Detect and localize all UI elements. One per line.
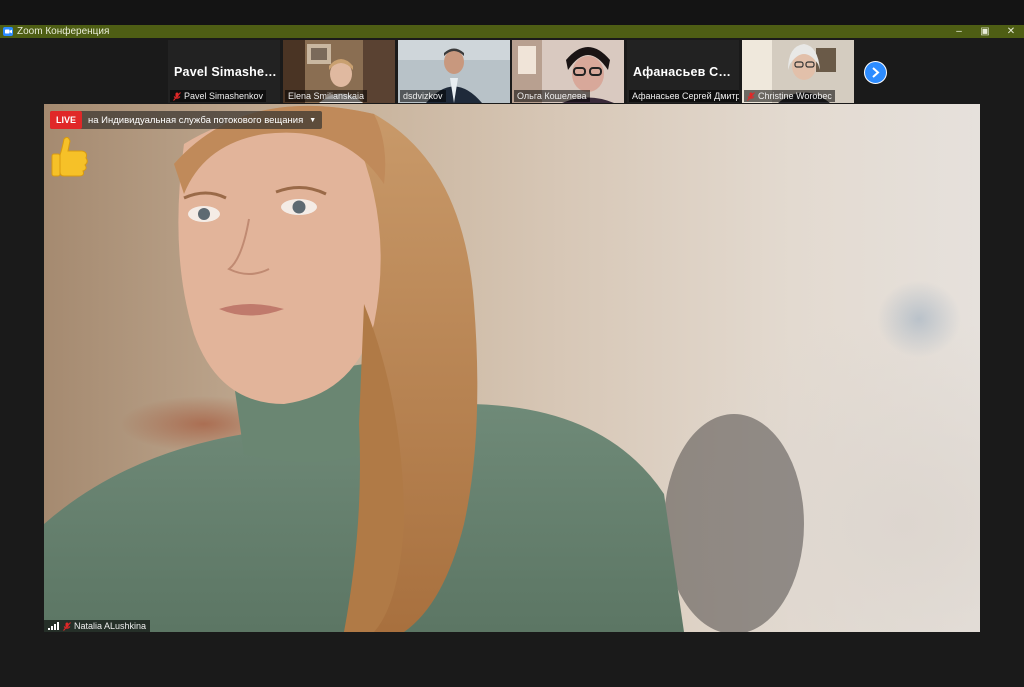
bottom-letterbox xyxy=(0,632,1024,687)
participant-caption: Christine Worobec xyxy=(744,90,835,102)
participant-caption: Pavel Simashenkov xyxy=(170,90,267,102)
participant-caption-text: dsdvizkov xyxy=(403,91,443,101)
participant-tile[interactable]: Pavel Simashen... Pavel Simashenkov xyxy=(168,40,280,103)
participant-caption-text: Christine Worobec xyxy=(758,91,832,101)
zoom-app-icon xyxy=(3,27,13,36)
live-stream-label: на Индивидуальная служба потокового веща… xyxy=(88,114,304,126)
active-speaker-video xyxy=(44,104,980,632)
participant-caption: Elena Smilianskaia xyxy=(285,90,368,102)
participant-caption-text: Pavel Simashenkov xyxy=(184,91,264,101)
participant-caption-text: Ольга Кошелева xyxy=(517,91,587,101)
muted-mic-icon xyxy=(63,621,71,631)
live-stream-bar[interactable]: LIVE на Индивидуальная служба потокового… xyxy=(50,111,323,129)
participant-strip: Pavel Simashen... Pavel Simashenkov Elen… xyxy=(0,38,1024,104)
participant-tile[interactable]: dsdvizkov xyxy=(398,40,510,103)
window-title: Zoom Конференция xyxy=(17,26,110,37)
participant-name-large: Pavel Simashen... xyxy=(174,65,278,79)
participant-name-large: Афанасьев Сер... xyxy=(633,65,737,79)
minimize-button[interactable]: – xyxy=(946,25,972,38)
participant-caption: Ольга Кошелева xyxy=(514,90,590,102)
speaker-video-frame xyxy=(44,105,804,632)
muted-mic-icon xyxy=(747,91,755,101)
top-letterbox xyxy=(0,0,1024,25)
chevron-right-icon xyxy=(872,67,880,78)
caret-down-icon: ▼ xyxy=(309,116,317,124)
thumbs-up-icon xyxy=(51,136,88,177)
next-page-button[interactable] xyxy=(864,61,887,84)
live-badge: LIVE xyxy=(50,111,83,129)
participant-tile[interactable]: Elena Smilianskaia xyxy=(283,40,395,103)
active-speaker-name: Natalia ALushkina xyxy=(74,621,147,631)
participant-caption: dsdvizkov xyxy=(400,90,446,102)
active-speaker-caption: Natalia ALushkina xyxy=(44,620,151,632)
window-title-bar: Zoom Конференция – ▣ ✕ xyxy=(0,25,1024,38)
live-stream-dropdown[interactable]: на Индивидуальная служба потокового веща… xyxy=(82,115,322,126)
signal-strength-icon xyxy=(48,622,59,630)
maximize-button[interactable]: ▣ xyxy=(972,25,998,38)
participant-tile[interactable]: Ольга Кошелева xyxy=(512,40,624,103)
participant-caption-text: Афанасьев Сергей Дмитр... xyxy=(632,91,739,101)
participant-tile[interactable]: Christine Worobec xyxy=(742,40,854,103)
muted-mic-icon xyxy=(173,91,181,101)
close-button[interactable]: ✕ xyxy=(998,25,1024,38)
participant-caption: Афанасьев Сергей Дмитр... xyxy=(629,90,739,102)
participant-caption-text: Elena Smilianskaia xyxy=(288,91,365,101)
participant-tile[interactable]: Афанасьев Сер... Афанасьев Сергей Дмитр.… xyxy=(627,40,739,103)
